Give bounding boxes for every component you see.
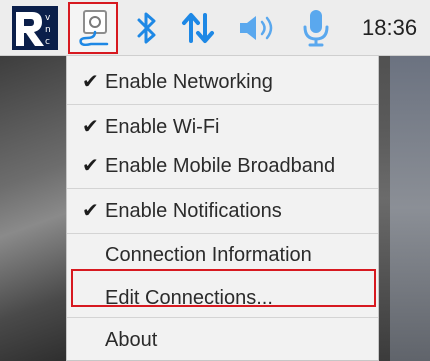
checkmark-icon: ✔ (82, 116, 99, 138)
menu-item-label: Enable Networking (105, 71, 273, 93)
menu-item-enable-mobile-broadband[interactable]: ✔ Enable Mobile Broadband (67, 144, 378, 188)
menu-item-enable-networking[interactable]: ✔ Enable Networking (67, 60, 378, 104)
clock[interactable]: 18:36 (362, 0, 417, 55)
svg-text:v: v (45, 13, 51, 23)
checkmark-icon: ✔ (82, 155, 99, 177)
svg-text:c: c (45, 37, 50, 47)
checkmark-icon: ✔ (82, 71, 99, 93)
menu-item-label: Edit Connections... (105, 287, 273, 309)
bluetooth-icon[interactable] (128, 0, 166, 55)
taskbar: v n c 18:36 (0, 0, 430, 56)
menu-item-edit-connections[interactable]: Edit Connections... (67, 276, 378, 320)
menu-item-label: Enable Notifications (105, 200, 282, 222)
vnc-logo-icon[interactable]: v n c (10, 0, 60, 55)
menu-item-label: Enable Wi-Fi (105, 116, 220, 138)
menu-item-enable-notifications[interactable]: ✔ Enable Notifications (67, 189, 378, 233)
volume-icon[interactable] (232, 0, 288, 55)
menu-item-label: Enable Mobile Broadband (105, 155, 336, 177)
desktop: v n c 18:36 ✔ Enable Networking ✔ Enable… (0, 0, 430, 361)
network-connections-icon[interactable] (68, 2, 118, 54)
menu-item-enable-wifi[interactable]: ✔ Enable Wi-Fi (67, 105, 378, 149)
checkmark-icon: ✔ (82, 200, 99, 222)
menu-item-label: Connection Information (105, 244, 312, 266)
menu-item-connection-information[interactable]: Connection Information (67, 233, 378, 277)
microphone-icon[interactable] (296, 0, 336, 55)
menu-item-about[interactable]: About (67, 318, 378, 361)
mobile-data-icon[interactable] (176, 0, 220, 55)
svg-text:n: n (45, 25, 51, 35)
menu-item-label: About (105, 329, 158, 351)
network-menu: ✔ Enable Networking ✔ Enable Wi-Fi ✔ Ena… (66, 56, 379, 361)
